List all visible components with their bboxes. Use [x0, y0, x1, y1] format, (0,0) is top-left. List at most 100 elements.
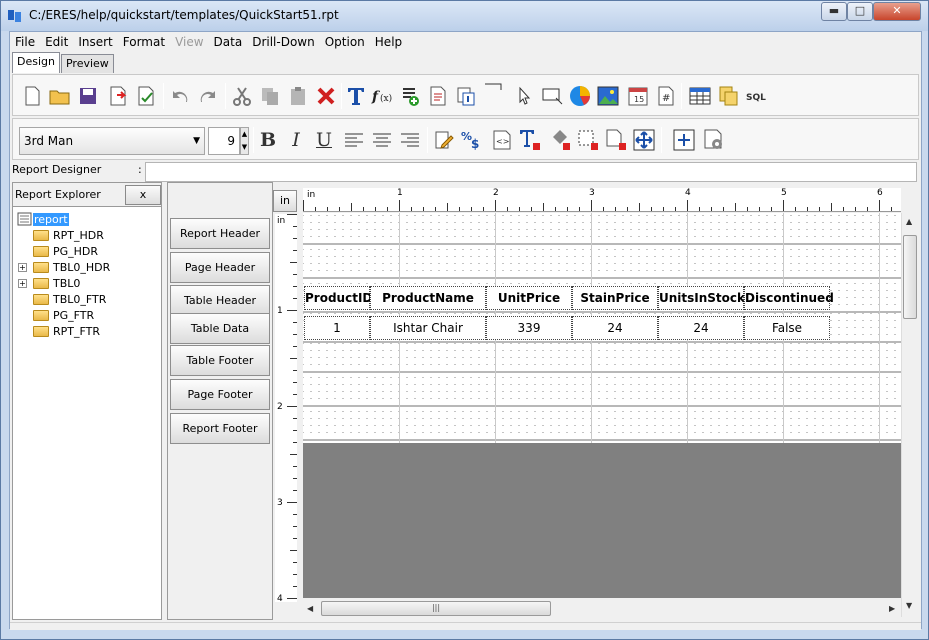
tree-node-pg-ftr[interactable]: PG_FTR: [33, 307, 94, 323]
table-data-cell[interactable]: 339: [486, 316, 572, 340]
horizontal-scrollbar[interactable]: ◀ ||| ▶: [303, 600, 901, 617]
undo-icon[interactable]: [169, 85, 191, 107]
bold-button[interactable]: B: [257, 129, 279, 151]
table-header-cell[interactable]: ProductID: [304, 286, 372, 310]
design-canvas[interactable]: ProductID ProductName UnitPrice StainPri…: [303, 213, 901, 598]
minimize-button[interactable]: ▬: [821, 2, 847, 21]
expand-icon[interactable]: +: [18, 279, 27, 288]
sql-icon[interactable]: SQL: [745, 85, 767, 107]
italic-button[interactable]: I: [285, 129, 307, 151]
tree-node-rpt-hdr[interactable]: RPT_HDR: [33, 227, 104, 243]
table-header-band-button[interactable]: Table Header: [170, 285, 270, 316]
page-footer-band[interactable]: [303, 377, 901, 407]
edit-text-icon[interactable]: [433, 129, 455, 151]
line-tool-icon[interactable]: [483, 79, 505, 101]
table-data-cell[interactable]: Ishtar Chair: [370, 316, 486, 340]
table-header-cell[interactable]: UnitsInStock: [658, 286, 745, 310]
table-header-cell[interactable]: ProductName: [370, 286, 486, 310]
export-icon[interactable]: [107, 85, 129, 107]
menu-drill-down[interactable]: Drill-Down: [247, 35, 320, 49]
chart-icon[interactable]: [569, 85, 591, 107]
vertical-scroll-thumb[interactable]: [903, 235, 917, 319]
unit-toggle-button[interactable]: in: [273, 190, 297, 212]
menu-insert[interactable]: Insert: [73, 35, 117, 49]
tree-root[interactable]: report: [17, 211, 69, 227]
horizontal-scroll-thumb[interactable]: |||: [321, 601, 551, 616]
table-grid-icon[interactable]: [689, 85, 711, 107]
scroll-down-icon[interactable]: ▼: [906, 601, 912, 610]
table-header-cell[interactable]: Discontinued: [744, 286, 834, 310]
open-folder-icon[interactable]: [49, 85, 71, 107]
move-icon[interactable]: [633, 129, 655, 151]
tree-node-tbl0[interactable]: TBL0: [33, 275, 80, 291]
table-footer-band[interactable]: [303, 343, 901, 373]
report-header-band[interactable]: [303, 215, 901, 245]
menu-format[interactable]: Format: [118, 35, 170, 49]
expand-icon[interactable]: +: [18, 263, 27, 272]
underline-button[interactable]: U: [313, 129, 335, 151]
tree-node-rpt-ftr[interactable]: RPT_FTR: [33, 323, 100, 339]
cut-icon[interactable]: [231, 85, 253, 107]
resize-icon[interactable]: [673, 129, 695, 151]
insert-text-icon[interactable]: [345, 85, 367, 107]
scroll-left-icon[interactable]: ◀: [307, 604, 313, 613]
align-left-icon[interactable]: [343, 129, 365, 151]
insert-page-icon[interactable]: [427, 85, 449, 107]
align-center-icon[interactable]: [371, 129, 393, 151]
page-header-band[interactable]: [303, 249, 901, 279]
table-data-cell[interactable]: 1: [304, 316, 370, 340]
add-field-icon[interactable]: [399, 85, 421, 107]
rectangle-tool-icon[interactable]: [541, 85, 563, 107]
fill-color-icon[interactable]: [549, 129, 571, 151]
save-icon[interactable]: [77, 85, 99, 107]
menu-edit[interactable]: Edit: [40, 35, 73, 49]
vertical-scrollbar[interactable]: ▲ ▼: [901, 213, 917, 617]
subreport-icon[interactable]: [455, 85, 477, 107]
table-header-cell[interactable]: UnitPrice: [486, 286, 572, 310]
menu-data[interactable]: Data: [209, 35, 248, 49]
menu-option[interactable]: Option: [320, 35, 370, 49]
tab-preview[interactable]: Preview: [60, 54, 114, 73]
report-header-band-button[interactable]: Report Header: [170, 218, 270, 249]
copy-icon[interactable]: [259, 85, 281, 107]
page-header-band-button[interactable]: Page Header: [170, 252, 270, 283]
menu-file[interactable]: File: [10, 35, 40, 49]
redo-icon[interactable]: [197, 85, 219, 107]
page-footer-band-button[interactable]: Page Footer: [170, 379, 270, 410]
delete-icon[interactable]: [315, 85, 337, 107]
table-footer-band-button[interactable]: Table Footer: [170, 345, 270, 376]
report-designer-field[interactable]: [145, 162, 917, 182]
number-format-icon[interactable]: % $: [461, 129, 483, 151]
text-color-icon[interactable]: [519, 129, 541, 151]
properties-icon[interactable]: [135, 85, 157, 107]
table-data-band-button[interactable]: Table Data: [170, 313, 270, 344]
pointer-icon[interactable]: [513, 85, 535, 107]
font-family-select[interactable]: 3rd Man ▼: [19, 127, 205, 155]
calendar-icon[interactable]: 15: [627, 85, 649, 107]
menu-help[interactable]: Help: [370, 35, 407, 49]
report-footer-band[interactable]: [303, 411, 901, 441]
spin-up-icon[interactable]: ▲: [241, 128, 248, 141]
html-tag-icon[interactable]: <>: [491, 129, 513, 151]
image-icon[interactable]: [597, 85, 619, 107]
tree-node-pg-hdr[interactable]: PG_HDR: [33, 243, 98, 259]
tree-node-tbl0-hdr[interactable]: TBL0_HDR: [33, 259, 110, 275]
font-size-spinner[interactable]: ▲ ▼: [240, 127, 249, 155]
table-data-cell[interactable]: 24: [572, 316, 658, 340]
database-icon[interactable]: [717, 85, 739, 107]
tree-node-tbl0-ftr[interactable]: TBL0_FTR: [33, 291, 106, 307]
maximize-button[interactable]: □: [847, 2, 873, 21]
table-data-cell[interactable]: 24: [658, 316, 744, 340]
menu-view[interactable]: View: [170, 35, 208, 49]
tab-design[interactable]: Design: [12, 52, 60, 73]
page-border-icon[interactable]: [605, 129, 627, 151]
close-button[interactable]: ✕: [873, 2, 921, 21]
scroll-right-icon[interactable]: ▶: [889, 604, 895, 613]
explorer-close-button[interactable]: x: [125, 185, 161, 205]
report-footer-band-button[interactable]: Report Footer: [170, 413, 270, 444]
spin-down-icon[interactable]: ▼: [241, 141, 248, 154]
settings-icon[interactable]: [703, 129, 725, 151]
font-size-field[interactable]: 9: [208, 127, 240, 155]
scroll-up-icon[interactable]: ▲: [906, 217, 912, 226]
align-right-icon[interactable]: [399, 129, 421, 151]
